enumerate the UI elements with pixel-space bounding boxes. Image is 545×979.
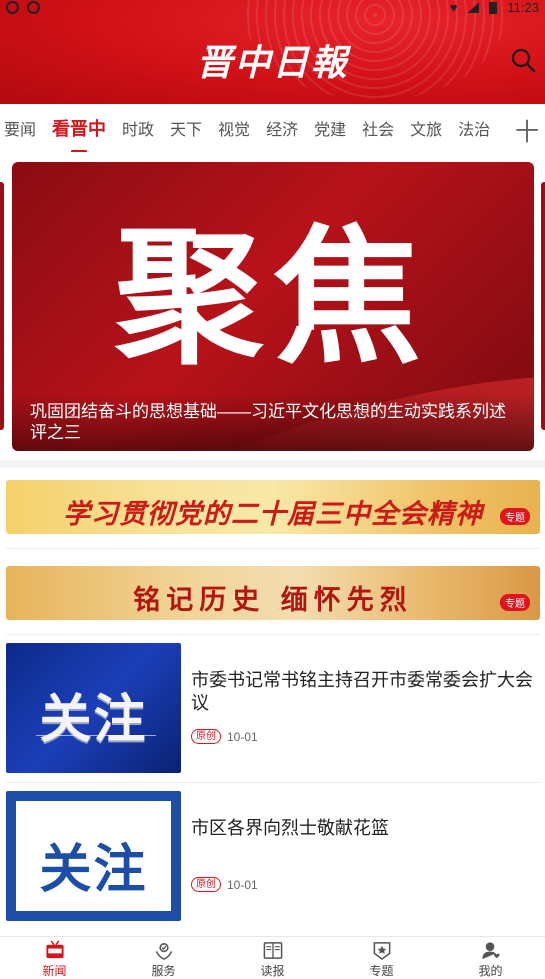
news-meta: 原创 10-01 (191, 729, 258, 744)
news-icon (45, 940, 64, 959)
search-icon[interactable] (509, 46, 537, 74)
news-meta: 原创 10-01 (191, 877, 258, 892)
tab-item[interactable]: 党建 (306, 116, 354, 140)
banner-graphic-text: 聚焦 (115, 212, 431, 384)
nav-item-topics[interactable]: 专题 (327, 937, 436, 979)
thumbnail-decoration (36, 735, 156, 736)
nav-label: 新闻 (42, 964, 67, 978)
add-channel-button[interactable]: 十 (515, 112, 539, 147)
tab-item[interactable]: 要闻 (0, 116, 44, 140)
news-list-item[interactable]: 关注 市委书记常书铭主持召开市委常委会扩大会议 原创 10-01 (6, 643, 540, 775)
news-thumbnail: 关注 (6, 643, 181, 773)
notification-icon (27, 1, 40, 14)
original-badge: 原创 (191, 877, 221, 892)
bottom-navigation: 新闻 服务 读报 专题 我的 (0, 936, 545, 979)
nav-label: 我的 (478, 964, 503, 978)
topic-badge-icon (373, 942, 390, 961)
news-title: 市区各界向烈士敬献花篮 (191, 818, 389, 838)
user-icon (481, 942, 500, 960)
original-badge: 原创 (191, 729, 221, 744)
tab-item[interactable]: 文旅 (402, 116, 450, 140)
news-thumbnail: 关注 (6, 791, 181, 921)
divider (6, 782, 540, 783)
news-list-item[interactable]: 关注 市区各界向烈士敬献花篮 原创 10-01 (6, 791, 540, 923)
service-icon (155, 943, 172, 960)
tab-item[interactable]: 经济 (258, 116, 306, 140)
divider (6, 548, 540, 549)
thumbnail-text: 关注 (39, 840, 148, 900)
nav-label: 读报 (260, 964, 285, 978)
tab-item[interactable]: 看晋中 (44, 115, 114, 141)
nav-item-news[interactable]: 新闻 (0, 937, 109, 979)
news-date: 10-01 (227, 877, 258, 892)
nav-label: 专题 (369, 964, 394, 978)
carousel-prev-peek[interactable] (0, 182, 4, 430)
news-title: 市委书记常书铭主持召开市委常委会扩大会议 (191, 670, 533, 713)
wifi-icon: ♥ (449, 0, 458, 15)
headline-carousel-slide[interactable]: 聚焦 巩固团结奋斗的思想基础——习近平文化思想的生动实践系列述评之三 (12, 162, 534, 451)
topic-banner-title: 学习贯彻党的二十届三中全会精神 (63, 499, 483, 530)
tab-item[interactable]: 时政 (114, 116, 162, 140)
category-tabs: 要闻 看晋中 时政 天下 视觉 经济 党建 社会 文旅 法治 (0, 104, 545, 152)
status-bar: ♥ 11:23 (0, 0, 545, 16)
nav-label: 服务 (151, 964, 176, 978)
status-time: 11:23 (507, 0, 539, 15)
section-divider (0, 460, 545, 468)
nav-item-profile[interactable]: 我的 (436, 937, 545, 979)
topic-banner-title: 铭记历史 缅怀先烈 (133, 585, 413, 616)
tab-item[interactable]: 天下 (162, 116, 210, 140)
newspaper-icon (263, 942, 282, 959)
tab-item[interactable]: 法治 (450, 116, 498, 140)
status-system-icons: ♥ 11:23 (450, 0, 539, 15)
carousel-next-peek[interactable] (541, 182, 545, 430)
tab-item[interactable]: 视觉 (210, 116, 258, 140)
topic-banner[interactable]: 学习贯彻党的二十届三中全会精神 专题 (6, 480, 540, 534)
topic-tag: 专题 (500, 508, 530, 525)
battery-icon (489, 1, 498, 14)
topic-banner[interactable]: 铭记历史 缅怀先烈 专题 (6, 566, 540, 620)
thumbnail-text: 关注 (39, 690, 148, 750)
banner-caption: 巩固团结奋斗的思想基础——习近平文化思想的生动实践系列述评之三 (12, 393, 534, 451)
topic-tag: 专题 (500, 594, 530, 611)
app-logo: 晋中日報 (196, 42, 349, 84)
tab-item[interactable]: 社会 (354, 116, 402, 140)
app-header: ♥ 11:23 晋中日報 (0, 0, 545, 104)
news-date: 10-01 (227, 729, 258, 744)
nav-item-newspaper[interactable]: 读报 (218, 937, 327, 979)
notification-icon (6, 1, 19, 14)
divider (6, 634, 540, 635)
signal-icon (467, 2, 480, 13)
nav-item-service[interactable]: 服务 (109, 937, 218, 979)
status-notification-icons (6, 1, 40, 14)
